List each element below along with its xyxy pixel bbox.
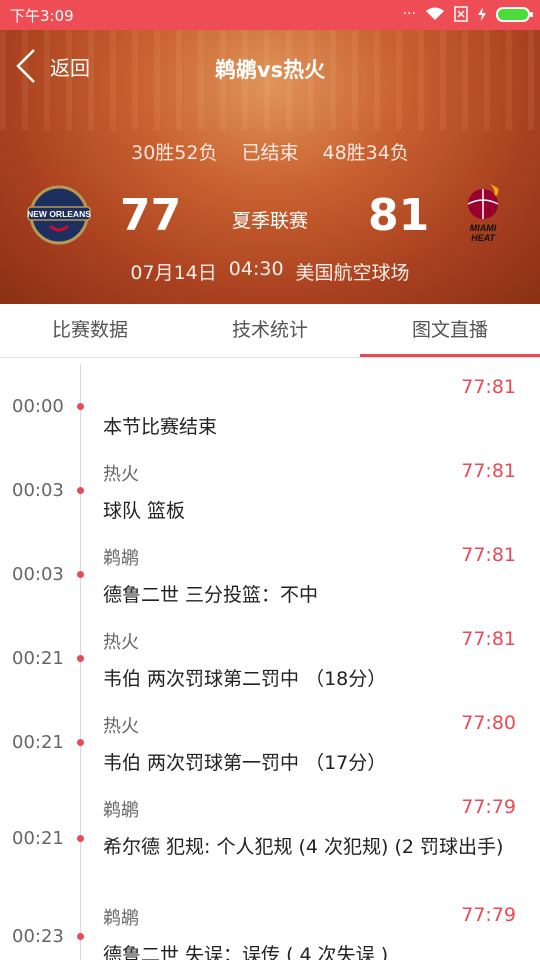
event-team: 鹈鹕 [103,548,139,569]
event-time: 00:23 [12,926,64,947]
event-desc: 德鲁二世 三分投篮：不中 [103,584,319,606]
event-team: 热火 [103,716,139,737]
event-time: 00:21 [12,648,64,669]
match-title: 鹈鹕vs热火 [214,58,326,82]
event-desc: 德鲁二世 失误：误传 ( 4 次失误 ) [103,944,389,960]
away-record: 48胜34负 [322,142,409,164]
venue: 美国航空球场 [295,262,410,284]
event-desc: 球队 篮板 [103,500,186,522]
timeline-dot [77,739,84,746]
event-time: 00:00 [12,396,64,417]
event-time: 00:03 [12,564,64,585]
event-score: 77:81 [461,544,516,566]
event-time: 00:21 [12,732,64,753]
event-score: 77:79 [461,796,516,818]
match-header: 返回 鹈鹕vs热火 30胜52负 已结束 48胜34负 NEW ORLEANS … [0,30,540,304]
event-desc: 本节比赛结束 [103,416,218,438]
tab-bar: 比赛数据 技术统计 图文直播 [0,304,540,358]
battery-icon [496,6,533,22]
timeline-dot [77,487,84,494]
timeline-dot [77,403,84,410]
event-team: 鹈鹕 [103,908,139,929]
timeline-line [80,364,81,960]
tab-match-data[interactable]: 比赛数据 [0,304,180,357]
tab-tech-stats[interactable]: 技术统计 [180,304,360,357]
match-date: 07月14日 [130,262,217,284]
records-row: 30胜52负 已结束 48胜34负 [0,138,540,165]
event-time: 00:21 [12,828,64,849]
sim-icon [454,6,468,22]
datetime-row: 07月14日 04:30 美国航空球场 [0,258,540,285]
event-time: 00:03 [12,480,64,501]
event-team: 热火 [103,464,139,485]
event-desc: 韦伯 两次罚球第一罚中 （17分） [103,752,387,774]
heat-logo-icon: MIAMI HEAT [467,184,499,243]
event-score: 77:81 [461,628,516,650]
wifi-icon [426,7,444,20]
charging-icon [478,7,486,21]
home-record: 30胜52负 [131,142,218,164]
event-team: 鹈鹕 [103,800,139,821]
event-desc: 韦伯 两次罚球第二罚中 （18分） [103,668,387,690]
status-time: 下午3:09 [10,7,74,25]
timeline-dot [77,835,84,842]
match-time: 04:30 [228,258,284,280]
event-score: 77:79 [461,904,516,926]
event-score: 77:81 [461,460,516,482]
timeline-dot [77,571,84,578]
tab-live-text[interactable]: 图文直播 [360,304,540,357]
timeline-dot [77,933,84,940]
game-status: 已结束 [241,142,299,164]
event-team: 热火 [103,632,139,653]
status-icons: ··· [402,6,533,22]
timeline-dot [77,655,84,662]
event-score: 77:81 [461,376,516,398]
event-desc: 希尔德 犯规: 个人犯规 (4 次犯规) (2 罚球出手) [103,836,504,858]
status-bar: 下午3:09 ··· [0,0,540,30]
live-feed[interactable]: 77:81 00:00 本节比赛结束 热火 77:81 00:03 球队 篮板 … [0,358,540,960]
dots-icon: ··· [402,6,416,22]
svg-text:HEAT: HEAT [471,233,496,243]
away-score: 81 [368,190,430,241]
svg-text:MIAMI: MIAMI [470,223,497,233]
event-score: 77:80 [461,712,516,734]
